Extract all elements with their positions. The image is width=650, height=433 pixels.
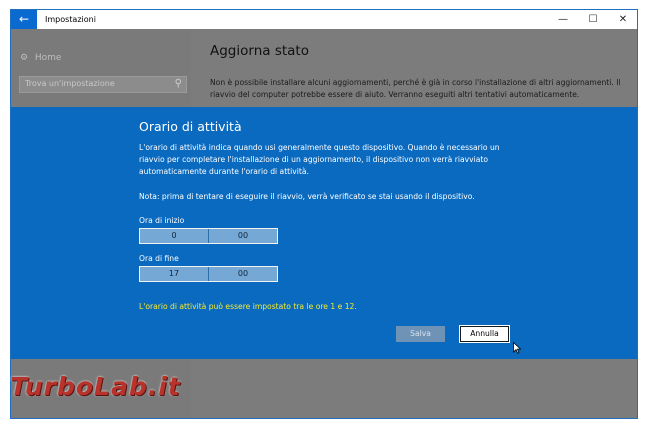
- dialog-title: Orario di attività: [139, 119, 242, 134]
- end-time-picker[interactable]: 17 00: [139, 266, 278, 282]
- end-time-label: Ora di fine: [139, 254, 179, 263]
- maximize-icon: ☐: [588, 14, 598, 25]
- close-button[interactable]: ✕: [608, 10, 637, 29]
- dialog-note: Nota: prima di tentare di eseguire il ri…: [139, 192, 475, 201]
- start-minute[interactable]: 00: [209, 229, 277, 243]
- sidebar-item-home[interactable]: ⚙ Home: [20, 53, 61, 63]
- validation-warning: L'orario di attività può essere impostat…: [139, 302, 357, 311]
- minimize-button[interactable]: —: [548, 10, 578, 29]
- close-icon: ✕: [618, 14, 628, 25]
- maximize-button[interactable]: ☐: [578, 10, 608, 29]
- dialog-description: L'orario di attività indica quando usi g…: [139, 143, 500, 176]
- settings-content: ⚙ Home Trova un'impostazione ⚲ Aggiorna …: [11, 29, 637, 418]
- gear-icon: ⚙: [20, 53, 29, 63]
- end-minute[interactable]: 00: [209, 267, 277, 281]
- start-time-picker[interactable]: 0 00: [139, 228, 278, 244]
- cancel-button[interactable]: Annulla: [459, 325, 510, 343]
- minimize-icon: —: [558, 14, 568, 25]
- mouse-cursor-icon: [513, 342, 521, 354]
- start-hour[interactable]: 0: [140, 229, 209, 243]
- settings-window: ← Impostazioni — ☐ ✕ ⚙ Home Trova un'imp…: [10, 9, 638, 419]
- sidebar-item-home-label: Home: [34, 53, 62, 63]
- title-bar: ← Impostazioni — ☐ ✕: [11, 10, 637, 29]
- search-icon[interactable]: ⚲: [175, 78, 182, 89]
- window-title: Impostazioni: [45, 15, 96, 24]
- back-button[interactable]: ←: [11, 10, 37, 29]
- end-hour[interactable]: 17: [140, 267, 209, 281]
- watermark-logo: TurboLab.it: [10, 372, 181, 401]
- start-time-label: Ora di inizio: [139, 216, 185, 225]
- search-placeholder: Trova un'impostazione: [25, 79, 115, 88]
- update-status-text: Non è possibile installare alcuni aggior…: [210, 78, 621, 99]
- back-arrow-icon: ←: [18, 12, 30, 26]
- search-input[interactable]: Trova un'impostazione ⚲: [19, 76, 187, 93]
- page-title: Aggiorna stato: [210, 43, 309, 59]
- active-hours-dialog: Orario di attività L'orario di attività …: [11, 107, 637, 359]
- save-button[interactable]: Salva: [396, 326, 445, 342]
